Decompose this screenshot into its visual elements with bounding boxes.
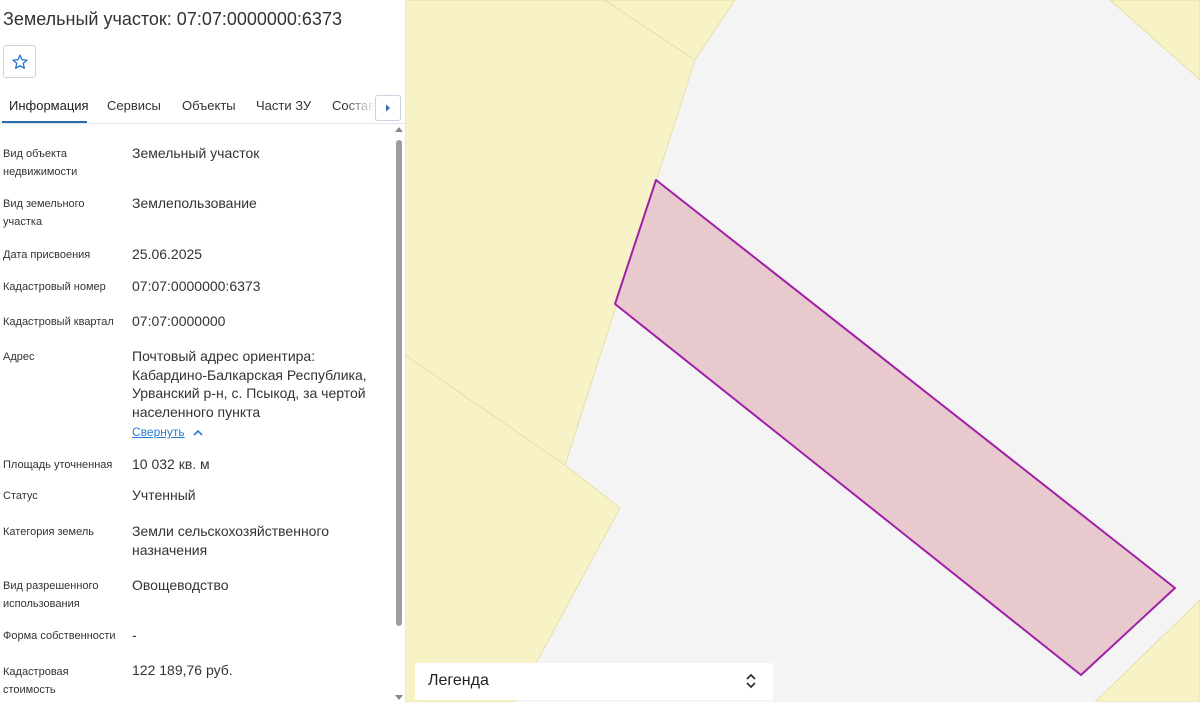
- active-tab-indicator: [2, 121, 87, 123]
- tab-parcel-parts[interactable]: Части ЗУ: [256, 98, 311, 113]
- detail-value-address: Почтовый адрес ориентира: Кабардино-Балк…: [132, 348, 367, 420]
- detail-label-address: Адрес: [3, 351, 35, 363]
- detail-label-cadastral-number: Кадастровый номер: [3, 281, 106, 293]
- page-title: Земельный участок: 07:07:0000000:6373: [3, 9, 342, 29]
- detail-value-area: 10 032 кв. м: [132, 456, 210, 472]
- tab-services[interactable]: Сервисы: [107, 98, 161, 113]
- detail-label-object-type: Вид объекта недвижимости: [3, 148, 78, 178]
- star-outline-icon: [11, 53, 28, 69]
- selected-parcel[interactable]: [614, 179, 1176, 676]
- tabs-next-button[interactable]: [375, 95, 401, 121]
- detail-label-parcel-type: Вид земельного участка: [3, 198, 85, 228]
- detail-value-ownership-form: -: [132, 627, 137, 643]
- detail-value-land-category: Земли сельскохозяйственного назначения: [132, 523, 330, 558]
- scroll-down-arrow-icon[interactable]: [395, 695, 403, 700]
- legend-label: Легенда: [428, 672, 489, 689]
- tab-overflow-fade: [345, 94, 375, 122]
- detail-label-ownership-form: Форма собственности: [3, 630, 116, 642]
- detail-label-cadastral-quarter: Кадастровый квартал: [3, 316, 114, 328]
- legend-panel[interactable]: Легенда: [415, 663, 773, 700]
- detail-value-parcel-type: Землепользование: [132, 195, 257, 211]
- detail-label-area: Площадь уточненная: [3, 459, 113, 471]
- detail-label-cadastral-value: Кадастровая стоимость: [3, 666, 69, 696]
- detail-label-land-category: Категория земель: [3, 526, 94, 538]
- detail-value-permitted-use: Овощеводство: [132, 577, 229, 593]
- detail-value-cadastral-quarter: 07:07:0000000: [132, 313, 226, 329]
- land-plot-top-right[interactable]: [1109, 0, 1200, 81]
- detail-value-cadastral-number: 07:07:0000000:6373: [132, 278, 261, 294]
- tab-information[interactable]: Информация: [9, 98, 89, 113]
- scroll-up-arrow-icon[interactable]: [395, 127, 403, 132]
- info-panel: Земельный участок: 07:07:0000000:6373 Ин…: [0, 0, 405, 702]
- tab-objects[interactable]: Объекты: [182, 98, 236, 113]
- detail-value-assignment-date: 25.06.2025: [132, 246, 203, 262]
- favorite-button[interactable]: [3, 45, 36, 78]
- detail-value-status: Учтенный: [132, 487, 196, 503]
- detail-value-object-type: Земельный участок: [132, 145, 260, 161]
- detail-value-cadastral-value: 122 189,76 руб.: [132, 662, 233, 678]
- collapse-link-label: Свернуть: [132, 425, 185, 439]
- collapse-address-link[interactable]: Свернуть: [132, 425, 203, 439]
- scrollbar-thumb[interactable]: [396, 140, 402, 626]
- detail-label-status: Статус: [3, 490, 38, 502]
- map-view[interactable]: [405, 0, 1200, 702]
- caret-right-icon: [386, 104, 390, 112]
- map-canvas[interactable]: [405, 0, 1200, 702]
- detail-label-assignment-date: Дата присвоения: [3, 249, 91, 261]
- detail-label-permitted-use: Вид разрешенного использования: [3, 580, 99, 610]
- chevron-up-icon: [193, 429, 203, 436]
- up-down-chevron-icon[interactable]: [744, 671, 758, 691]
